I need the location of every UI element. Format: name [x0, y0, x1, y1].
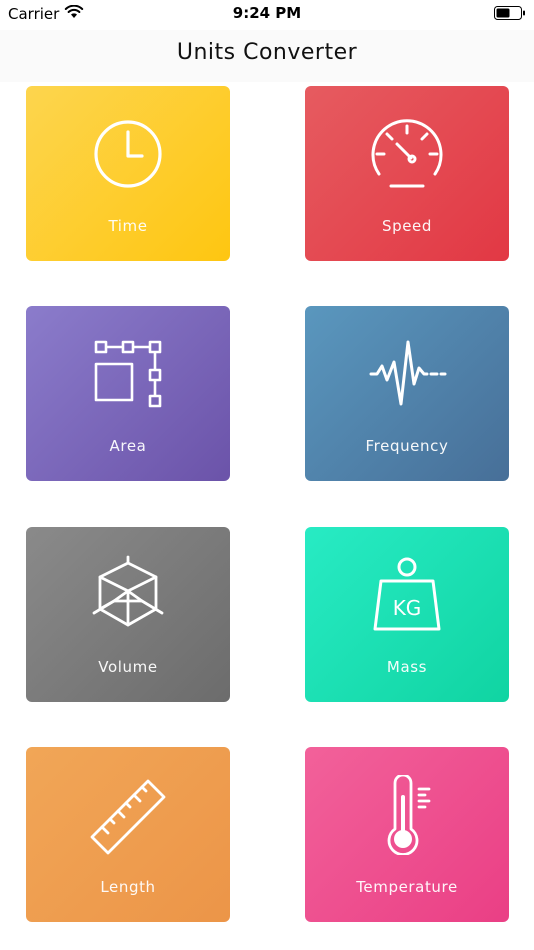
tile-time[interactable]: Time — [26, 86, 230, 261]
tile-label-length: Length — [100, 878, 156, 896]
tile-mass[interactable]: KG Mass — [305, 527, 509, 702]
tile-frequency[interactable]: Frequency — [305, 306, 509, 481]
cube-icon — [92, 555, 164, 627]
clock-icon — [94, 120, 162, 188]
battery-icon — [494, 6, 525, 20]
tile-temperature[interactable]: Temperature — [305, 747, 509, 922]
ruler-icon — [90, 779, 166, 855]
tile-label-temperature: Temperature — [356, 878, 458, 896]
tile-volume[interactable]: Volume — [26, 527, 230, 702]
tile-area[interactable]: Area — [26, 306, 230, 481]
status-bar: Carrier 9:24 PM — [0, 0, 534, 30]
tile-speed[interactable]: Speed — [305, 86, 509, 261]
tile-length[interactable]: Length — [26, 747, 230, 922]
tile-label-area: Area — [109, 437, 147, 455]
mass-icon-text: KG — [393, 596, 422, 620]
area-selection-icon — [94, 340, 162, 408]
status-time: 9:24 PM — [232, 4, 302, 22]
navigation-bar: Units Converter — [0, 30, 534, 82]
tile-label-volume: Volume — [98, 658, 158, 676]
speedometer-icon — [371, 119, 443, 188]
tile-label-speed: Speed — [381, 217, 433, 235]
thermometer-icon — [387, 775, 431, 855]
weight-kg-icon: KG — [373, 557, 441, 631]
waveform-icon — [369, 340, 447, 406]
tile-label-time: Time — [108, 217, 148, 235]
tile-label-mass: Mass — [386, 658, 428, 676]
tile-label-frequency: Frequency — [365, 437, 449, 455]
page-title: Units Converter — [176, 40, 358, 65]
